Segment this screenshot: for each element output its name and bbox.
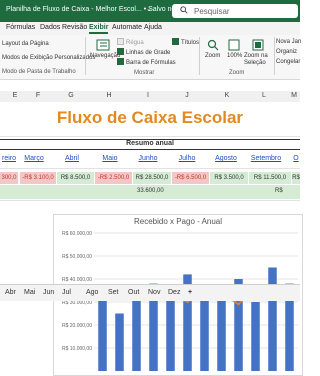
sheet-tab[interactable]: Mai: [24, 289, 35, 296]
tab-ajuda[interactable]: Ajuda: [144, 24, 162, 31]
y-tick-label: R$ 50.000,00: [62, 254, 92, 260]
column-header[interactable]: I: [137, 92, 159, 99]
month-link[interactable]: Julho: [172, 155, 202, 162]
formula-bar-checkbox[interactable]: Barra de Fórmulas: [117, 58, 176, 66]
gridline: [0, 200, 300, 201]
column-header[interactable]: G: [60, 92, 82, 99]
tab-dados[interactable]: Dados: [40, 24, 60, 31]
column-header[interactable]: J: [176, 92, 198, 99]
zoom-button[interactable]: Zoom: [205, 53, 220, 59]
month-link[interactable]: Maio: [95, 155, 125, 162]
month-balance-cell[interactable]: R$ 3.500,0: [210, 172, 248, 184]
search-placeholder: Pesquisar: [194, 7, 230, 16]
total-value: 33.600,00: [137, 188, 164, 194]
summary-header: Resumo anual: [0, 139, 300, 150]
zoom-100-icon: [228, 39, 240, 51]
sheet-tabs: Abr Mai Jun Jul Ago Set Out Nov Dez +: [0, 284, 300, 301]
tab-automate[interactable]: Automate: [112, 24, 142, 31]
chart-bar: [115, 313, 124, 371]
gridlines-checkbox[interactable]: Linhas de Grade: [117, 48, 170, 56]
custom-views-button[interactable]: Modos de Exibição Personalizados: [2, 55, 95, 61]
month-balance-cell[interactable]: R$ 8.500,0: [57, 172, 94, 184]
column-header[interactable]: K: [216, 92, 238, 99]
page-layout-button[interactable]: Layout da Página: [2, 41, 49, 47]
navigation-icon: [96, 39, 110, 51]
ribbon-tabs: Fórmulas Dados Revisão Exibir Automate A…: [0, 22, 300, 36]
zoom-icon: [207, 39, 219, 51]
navigation-button[interactable]: Navegação: [90, 53, 120, 59]
month-balance-cell[interactable]: R$: [292, 172, 300, 184]
tab-revisao[interactable]: Revisão: [62, 24, 87, 31]
sheet-tab[interactable]: Set: [108, 289, 119, 296]
column-header[interactable]: L: [253, 92, 275, 99]
month-balance-cell[interactable]: -R$ 6.500,0: [172, 172, 209, 184]
sheet-tab[interactable]: Ago: [86, 289, 98, 296]
ribbon-divider: [85, 37, 86, 75]
sheet-tab[interactable]: Dez: [168, 289, 180, 296]
column-header[interactable]: F: [27, 92, 49, 99]
workbook-views-group-label: Modo de Pasta de Trabalho: [2, 69, 76, 75]
ruler-checkbox[interactable]: Régua: [117, 38, 144, 46]
freeze-panes-button[interactable]: Congelar: [276, 59, 300, 65]
new-window-button[interactable]: Nova Jan: [276, 39, 301, 45]
month-balance-cell[interactable]: 300,0: [0, 172, 18, 184]
y-tick-label: R$ 10.000,00: [62, 346, 92, 352]
chart-bar: [200, 297, 209, 371]
zoom-100-button[interactable]: 100%: [227, 53, 242, 59]
month-balance-cell[interactable]: R$ 11.500,0: [249, 172, 291, 184]
window-title: Planilha de Fluxo de Caixa - Melhor Esco…: [6, 6, 197, 13]
zoom-selection-icon: [252, 39, 264, 51]
show-group-label: Mostrar: [134, 70, 155, 76]
sheet-tab[interactable]: Jul: [62, 289, 71, 296]
sheet-tab[interactable]: Out: [128, 289, 139, 296]
chart-bar: [166, 299, 175, 371]
month-link[interactable]: Setembro: [249, 155, 283, 162]
title-bar: Planilha de Fluxo de Caixa - Melhor Esco…: [0, 0, 300, 22]
headings-checkbox[interactable]: Títulos: [172, 38, 199, 46]
gridline: [0, 168, 300, 169]
column-header[interactable]: H: [98, 92, 120, 99]
ribbon-divider: [274, 37, 275, 75]
column-header[interactable]: E: [4, 92, 26, 99]
chart-bar: [217, 290, 226, 371]
sheet-tab[interactable]: Jun: [43, 289, 54, 296]
month-link[interactable]: Abril: [57, 155, 87, 162]
tab-exibir[interactable]: Exibir: [89, 24, 109, 34]
month-balance-cell[interactable]: R$ 28.500,0: [133, 172, 171, 184]
search-box[interactable]: Pesquisar: [172, 4, 298, 18]
chart-point: [237, 303, 240, 306]
total-row[interactable]: 33.600,00 R$: [0, 186, 300, 199]
month-link[interactable]: Agosto: [210, 155, 242, 162]
gridline: [0, 136, 300, 137]
month-link[interactable]: Junho: [133, 155, 163, 162]
y-tick-label: R$ 60.000,00: [62, 231, 92, 237]
month-balance-cell[interactable]: -R$ 2.500,0: [95, 172, 132, 184]
add-sheet-button[interactable]: +: [188, 289, 192, 296]
ribbon-divider: [199, 37, 200, 75]
worksheet[interactable]: Fluxo de Caixa Escolar Resumo anual reir…: [0, 102, 303, 376]
chart-bar: [132, 295, 141, 371]
month-link[interactable]: reiro: [0, 155, 18, 162]
month-balance-cell[interactable]: -R$ 3.100,0: [20, 172, 56, 184]
search-icon: [180, 6, 188, 14]
zoom-group-label: Zoom: [229, 70, 245, 76]
arrange-all-button[interactable]: Organiz: [276, 49, 297, 55]
month-link[interactable]: Março: [20, 155, 48, 162]
chart-point: [186, 300, 189, 304]
ribbon: Layout da Página Modos de Exibição Perso…: [0, 35, 301, 80]
total-currency: R$: [275, 188, 283, 194]
chevron-down-icon[interactable]: ⌄: [146, 5, 152, 13]
y-tick-label: R$ 40.000,00: [62, 277, 92, 283]
sheet-title: Fluxo de Caixa Escolar: [56, 108, 244, 127]
zoom-selection-button[interactable]: Zoom na Seleção: [244, 53, 272, 67]
chart-bar: [251, 302, 260, 371]
column-header[interactable]: M: [287, 92, 301, 99]
sheet-tab[interactable]: Abr: [5, 289, 16, 296]
summary-title: Resumo anual: [126, 140, 174, 147]
y-tick-label: R$ 20.000,00: [62, 323, 92, 329]
month-link[interactable]: O: [292, 155, 300, 162]
sheet-tab[interactable]: Nov: [148, 289, 160, 296]
tab-formulas[interactable]: Fórmulas: [6, 24, 35, 31]
